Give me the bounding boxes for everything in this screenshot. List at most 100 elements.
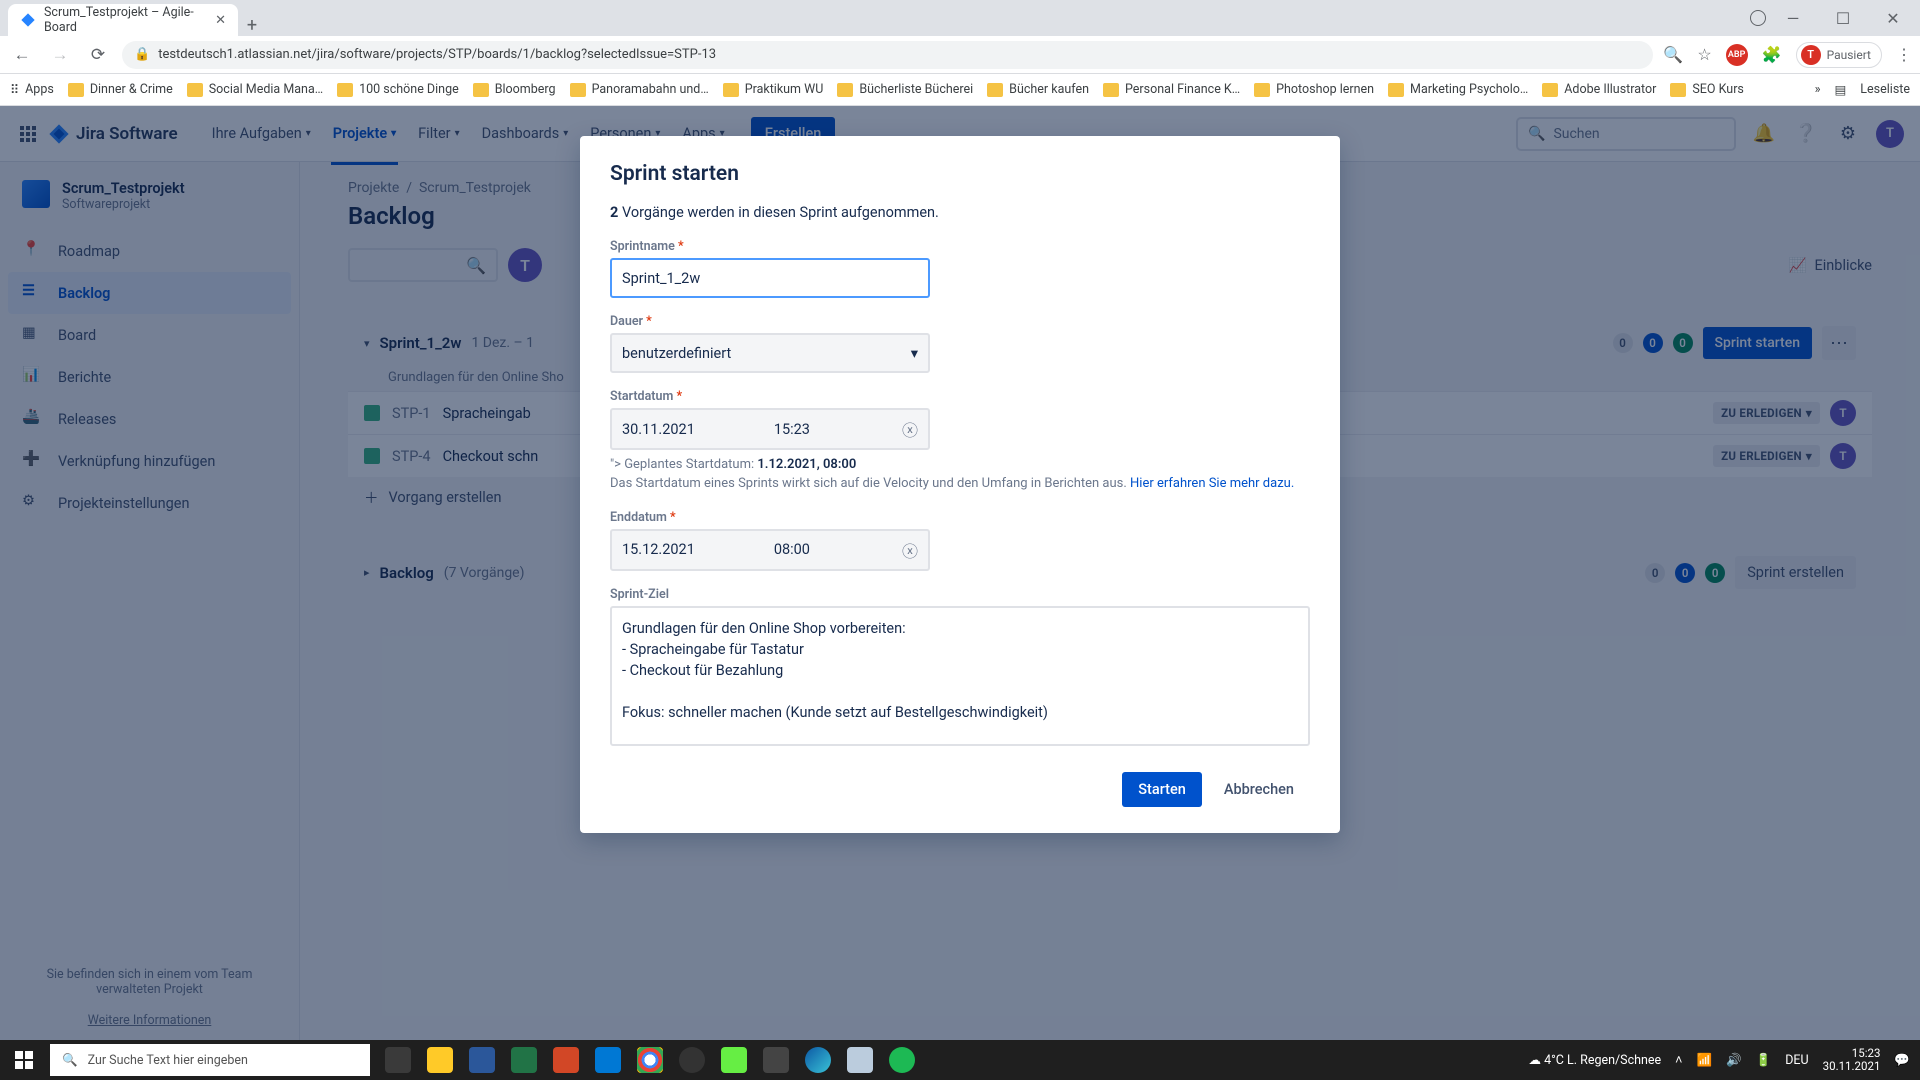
folder-icon <box>337 83 353 97</box>
extensions-icon[interactable]: 🧩 <box>1762 45 1782 64</box>
weather-widget[interactable]: ☁ 4°C L. Regen/Schnee <box>1528 1052 1661 1068</box>
dialog-cancel-button[interactable]: Abbrechen <box>1208 772 1310 807</box>
url-text: testdeutsch1.atlassian.net/jira/software… <box>158 47 716 62</box>
battery-icon[interactable]: 🔋 <box>1756 1053 1772 1068</box>
mail-icon[interactable] <box>588 1040 628 1080</box>
clear-enddate-icon[interactable]: ⓧ <box>902 538 918 562</box>
network-icon[interactable]: 📶 <box>1696 1053 1712 1068</box>
forward-button[interactable]: → <box>46 45 74 65</box>
folder-icon <box>1670 83 1686 97</box>
paused-label: Pausiert <box>1827 48 1871 62</box>
chrome-icon[interactable] <box>630 1040 670 1080</box>
enddate-input[interactable]: 15.12.2021 08:00 ⓧ <box>610 529 930 571</box>
profile-indicator-icon[interactable] <box>1750 10 1766 26</box>
bookmarks-bar: ⠿Apps Dinner & Crime Social Media Mana… 10… <box>0 74 1920 106</box>
profile-avatar-icon: T <box>1801 45 1821 65</box>
action-center-icon[interactable]: 💬 <box>1894 1053 1910 1068</box>
dialog-subtitle: 2 Vorgänge werden in diesen Sprint aufge… <box>610 204 1310 221</box>
window-minimize-button[interactable]: ― <box>1770 3 1816 33</box>
powerpoint-icon[interactable] <box>546 1040 586 1080</box>
tab-title: Scrum_Testprojekt – Agile-Board <box>44 5 207 35</box>
dialog-start-button[interactable]: Starten <box>1122 772 1202 807</box>
folder-icon <box>187 83 203 97</box>
reload-button[interactable]: ⟳ <box>84 45 112 65</box>
notepad-icon[interactable] <box>840 1040 880 1080</box>
folder-icon <box>1388 83 1404 97</box>
bookmark-item[interactable]: Bloomberg <box>473 82 556 97</box>
search-icon: 🔍 <box>62 1053 78 1068</box>
apps-grid-icon: ⠿ <box>10 82 19 98</box>
browser-tab-strip: Scrum_Testprojekt – Agile-Board ✕ + ― ☐ … <box>0 0 1920 36</box>
folder-icon <box>1254 83 1270 97</box>
folder-icon <box>987 83 1003 97</box>
chrome-menu-icon[interactable]: ⋮ <box>1896 45 1912 64</box>
ime-label[interactable]: DEU <box>1785 1053 1808 1068</box>
word-icon[interactable] <box>462 1040 502 1080</box>
folder-icon <box>1542 83 1558 97</box>
app-icon[interactable] <box>756 1040 796 1080</box>
taskbar-search-input[interactable]: 🔍 Zur Suche Text hier eingeben <box>50 1044 370 1076</box>
explorer-icon[interactable] <box>420 1040 460 1080</box>
tray-chevron-icon[interactable]: ˄ <box>1675 1053 1682 1068</box>
adblock-extension-icon[interactable]: ABP <box>1726 44 1748 66</box>
bookmark-item[interactable]: Photoshop lernen <box>1254 82 1374 97</box>
sprintgoal-textarea[interactable] <box>610 606 1310 746</box>
taskbar-clock[interactable]: 15:23 30.11.2021 <box>1823 1047 1881 1073</box>
profile-paused-pill[interactable]: T Pausiert <box>1796 42 1882 68</box>
sprintname-input[interactable] <box>610 258 930 298</box>
new-tab-button[interactable]: + <box>238 15 266 36</box>
spotify-icon[interactable] <box>882 1040 922 1080</box>
bookmark-item[interactable]: Praktikum WU <box>723 82 824 97</box>
folder-icon <box>473 83 489 97</box>
startdate-label: Startdatum <box>610 389 673 404</box>
window-close-button[interactable]: ✕ <box>1870 3 1916 33</box>
browser-toolbar: ← → ⟳ 🔒 testdeutsch1.atlassian.net/jira/… <box>0 36 1920 74</box>
folder-icon <box>570 83 586 97</box>
bookmark-item[interactable]: 100 schöne Dinge <box>337 82 459 97</box>
bookmark-item[interactable]: Social Media Mana… <box>187 82 323 97</box>
chevron-down-icon: ▾ <box>911 345 918 362</box>
startdate-help: "> Geplantes Startdatum: 1.12.2021, 08:0… <box>610 456 1310 494</box>
excel-icon[interactable] <box>504 1040 544 1080</box>
bookmark-item[interactable]: Bücher kaufen <box>987 82 1089 97</box>
modal-overlay: Sprint starten 2 Vorgänge werden in dies… <box>0 106 1920 1040</box>
app-icon[interactable] <box>714 1040 754 1080</box>
zoom-icon[interactable]: 🔍 <box>1663 45 1683 64</box>
bookmark-item[interactable]: Bücherliste Bücherei <box>837 82 973 97</box>
start-button[interactable] <box>0 1051 48 1069</box>
bookmark-item[interactable]: Adobe Illustrator <box>1542 82 1656 97</box>
bookmarks-overflow-icon[interactable]: » <box>1815 82 1821 97</box>
volume-icon[interactable]: 🔊 <box>1726 1053 1742 1068</box>
browser-tab[interactable]: Scrum_Testprojekt – Agile-Board ✕ <box>8 4 238 36</box>
reading-list-label[interactable]: Leseliste <box>1860 82 1910 97</box>
duration-select[interactable]: benutzerdefiniert ▾ <box>610 333 930 373</box>
windows-taskbar: 🔍 Zur Suche Text hier eingeben ☁ 4°C L. … <box>0 1040 1920 1080</box>
jira-favicon-icon <box>20 12 36 28</box>
address-bar[interactable]: 🔒 testdeutsch1.atlassian.net/jira/softwa… <box>122 41 1653 69</box>
close-tab-icon[interactable]: ✕ <box>215 13 226 28</box>
sprintgoal-label: Sprint-Ziel <box>610 587 1310 602</box>
apps-shortcut[interactable]: ⠿Apps <box>10 82 54 98</box>
back-button[interactable]: ← <box>8 45 36 65</box>
bookmark-item[interactable]: Dinner & Crime <box>68 82 173 97</box>
bookmark-item[interactable]: Marketing Psycholo… <box>1388 82 1528 97</box>
velocity-learn-more-link[interactable]: Hier erfahren Sie mehr dazu. <box>1130 476 1294 491</box>
reading-list-icon[interactable]: ▤ <box>1834 82 1846 98</box>
folder-icon <box>68 83 84 97</box>
duration-label: Dauer <box>610 314 643 329</box>
bookmark-item[interactable]: Panoramabahn und… <box>570 82 709 97</box>
sprintname-label: Sprintname <box>610 239 675 254</box>
startdate-input[interactable]: 30.11.2021 15:23 ⓧ <box>610 408 930 450</box>
bookmark-item[interactable]: SEO Kurs <box>1670 82 1744 97</box>
bookmark-item[interactable]: Personal Finance K… <box>1103 82 1240 97</box>
start-sprint-dialog: Sprint starten 2 Vorgänge werden in dies… <box>580 136 1340 833</box>
window-maximize-button[interactable]: ☐ <box>1820 3 1866 33</box>
obs-icon[interactable] <box>672 1040 712 1080</box>
bookmark-star-icon[interactable]: ☆ <box>1697 45 1711 64</box>
clear-startdate-icon[interactable]: ⓧ <box>902 417 918 441</box>
task-view-icon[interactable] <box>378 1040 418 1080</box>
edge-icon[interactable] <box>798 1040 838 1080</box>
lock-icon: 🔒 <box>134 47 150 62</box>
enddate-label: Enddatum <box>610 510 667 525</box>
folder-icon <box>1103 83 1119 97</box>
